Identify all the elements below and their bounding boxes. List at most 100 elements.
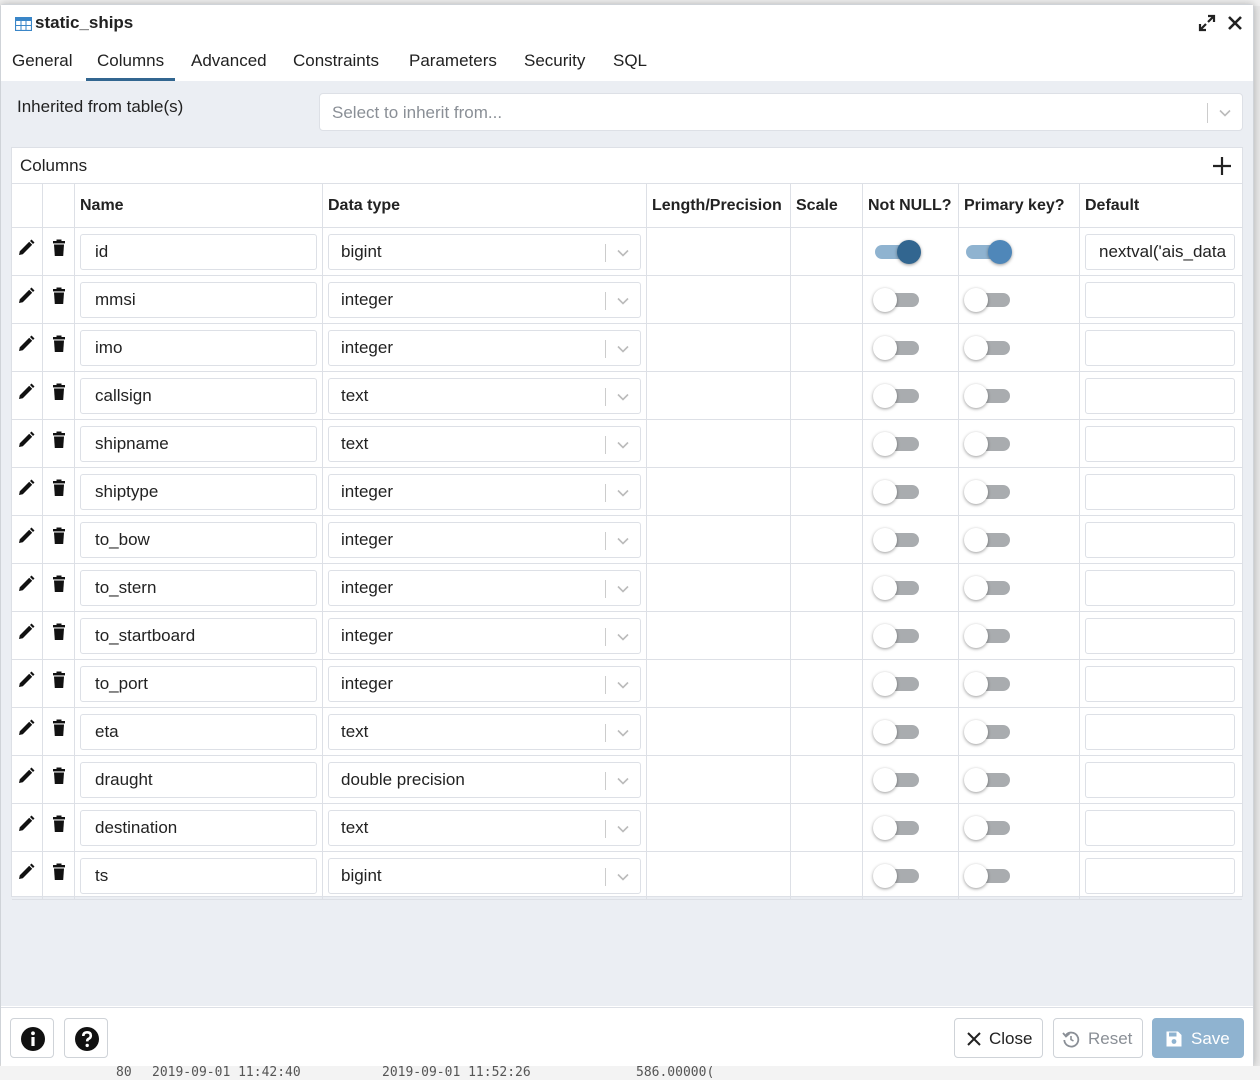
delete-row-button[interactable]: [50, 863, 68, 881]
default-value-input[interactable]: [1085, 810, 1235, 846]
delete-row-button[interactable]: [50, 431, 68, 449]
primary-key-toggle[interactable]: [964, 287, 1012, 313]
not-null-toggle[interactable]: [873, 239, 921, 265]
primary-key-toggle[interactable]: [964, 383, 1012, 409]
edit-row-button[interactable]: [17, 287, 35, 305]
data-type-select[interactable]: text: [328, 378, 641, 414]
delete-row-button[interactable]: [50, 815, 68, 833]
primary-key-toggle[interactable]: [964, 239, 1012, 265]
tab-advanced[interactable]: Advanced: [191, 43, 267, 81]
edit-row-button[interactable]: [17, 527, 35, 545]
primary-key-toggle[interactable]: [964, 335, 1012, 361]
close-button[interactable]: Close: [954, 1018, 1043, 1058]
primary-key-toggle[interactable]: [964, 767, 1012, 793]
default-value-input[interactable]: nextval('ais_data: [1085, 234, 1235, 270]
not-null-toggle[interactable]: [873, 527, 921, 553]
primary-key-toggle[interactable]: [964, 479, 1012, 505]
default-value-input[interactable]: [1085, 426, 1235, 462]
default-value-input[interactable]: [1085, 714, 1235, 750]
column-name-input[interactable]: imo: [80, 330, 317, 366]
default-value-input[interactable]: [1085, 666, 1235, 702]
data-type-select[interactable]: double precision: [328, 762, 641, 798]
column-name-input[interactable]: id: [80, 234, 317, 270]
tab-security[interactable]: Security: [524, 43, 585, 81]
edit-row-button[interactable]: [17, 431, 35, 449]
maximize-button[interactable]: [1197, 13, 1217, 33]
data-type-select[interactable]: integer: [328, 570, 641, 606]
default-value-input[interactable]: [1085, 618, 1235, 654]
default-value-input[interactable]: [1085, 762, 1235, 798]
delete-row-button[interactable]: [50, 671, 68, 689]
edit-row-button[interactable]: [17, 623, 35, 641]
data-type-select[interactable]: integer: [328, 282, 641, 318]
edit-row-button[interactable]: [17, 863, 35, 881]
primary-key-toggle[interactable]: [964, 527, 1012, 553]
not-null-toggle[interactable]: [873, 815, 921, 841]
tab-columns[interactable]: Columns: [86, 43, 176, 81]
data-type-select[interactable]: integer: [328, 522, 641, 558]
tab-constraints[interactable]: Constraints: [293, 43, 379, 81]
data-type-select[interactable]: integer: [328, 330, 641, 366]
edit-row-button[interactable]: [17, 239, 35, 257]
data-type-select[interactable]: bigint: [328, 234, 641, 270]
edit-row-button[interactable]: [17, 335, 35, 353]
default-value-input[interactable]: [1085, 474, 1235, 510]
data-type-select[interactable]: text: [328, 810, 641, 846]
column-name-input[interactable]: shiptype: [80, 474, 317, 510]
delete-row-button[interactable]: [50, 767, 68, 785]
edit-row-button[interactable]: [17, 767, 35, 785]
not-null-toggle[interactable]: [873, 335, 921, 361]
column-name-input[interactable]: destination: [80, 810, 317, 846]
tab-sql[interactable]: SQL: [613, 43, 647, 81]
primary-key-toggle[interactable]: [964, 575, 1012, 601]
delete-row-button[interactable]: [50, 479, 68, 497]
default-value-input[interactable]: [1085, 378, 1235, 414]
column-name-input[interactable]: shipname: [80, 426, 317, 462]
not-null-toggle[interactable]: [873, 863, 921, 889]
primary-key-toggle[interactable]: [964, 863, 1012, 889]
primary-key-toggle[interactable]: [964, 719, 1012, 745]
data-type-select[interactable]: text: [328, 426, 641, 462]
not-null-toggle[interactable]: [873, 431, 921, 457]
primary-key-toggle[interactable]: [964, 815, 1012, 841]
delete-row-button[interactable]: [50, 719, 68, 737]
not-null-toggle[interactable]: [873, 287, 921, 313]
tab-parameters[interactable]: Parameters: [409, 43, 497, 81]
column-name-input[interactable]: to_bow: [80, 522, 317, 558]
info-button[interactable]: [10, 1018, 54, 1058]
default-value-input[interactable]: [1085, 570, 1235, 606]
not-null-toggle[interactable]: [873, 383, 921, 409]
delete-row-button[interactable]: [50, 575, 68, 593]
primary-key-toggle[interactable]: [964, 671, 1012, 697]
data-type-select[interactable]: bigint: [328, 858, 641, 894]
column-name-input[interactable]: mmsi: [80, 282, 317, 318]
primary-key-toggle[interactable]: [964, 431, 1012, 457]
not-null-toggle[interactable]: [873, 671, 921, 697]
column-name-input[interactable]: eta: [80, 714, 317, 750]
edit-row-button[interactable]: [17, 719, 35, 737]
delete-row-button[interactable]: [50, 383, 68, 401]
not-null-toggle[interactable]: [873, 479, 921, 505]
edit-row-button[interactable]: [17, 383, 35, 401]
help-button[interactable]: [64, 1018, 108, 1058]
not-null-toggle[interactable]: [873, 575, 921, 601]
edit-row-button[interactable]: [17, 479, 35, 497]
inherit-select[interactable]: Select to inherit from...: [319, 93, 1243, 131]
default-value-input[interactable]: [1085, 330, 1235, 366]
column-name-input[interactable]: draught: [80, 762, 317, 798]
column-name-input[interactable]: callsign: [80, 378, 317, 414]
column-name-input[interactable]: ts: [80, 858, 317, 894]
delete-row-button[interactable]: [50, 287, 68, 305]
data-type-select[interactable]: text: [328, 714, 641, 750]
column-name-input[interactable]: to_port: [80, 666, 317, 702]
not-null-toggle[interactable]: [873, 767, 921, 793]
default-value-input[interactable]: [1085, 282, 1235, 318]
data-type-select[interactable]: integer: [328, 666, 641, 702]
close-dialog-button[interactable]: [1225, 13, 1245, 33]
tab-general[interactable]: General: [12, 43, 72, 81]
primary-key-toggle[interactable]: [964, 623, 1012, 649]
data-type-select[interactable]: integer: [328, 474, 641, 510]
column-name-input[interactable]: to_startboard: [80, 618, 317, 654]
save-button[interactable]: Save: [1152, 1018, 1244, 1058]
delete-row-button[interactable]: [50, 239, 68, 257]
